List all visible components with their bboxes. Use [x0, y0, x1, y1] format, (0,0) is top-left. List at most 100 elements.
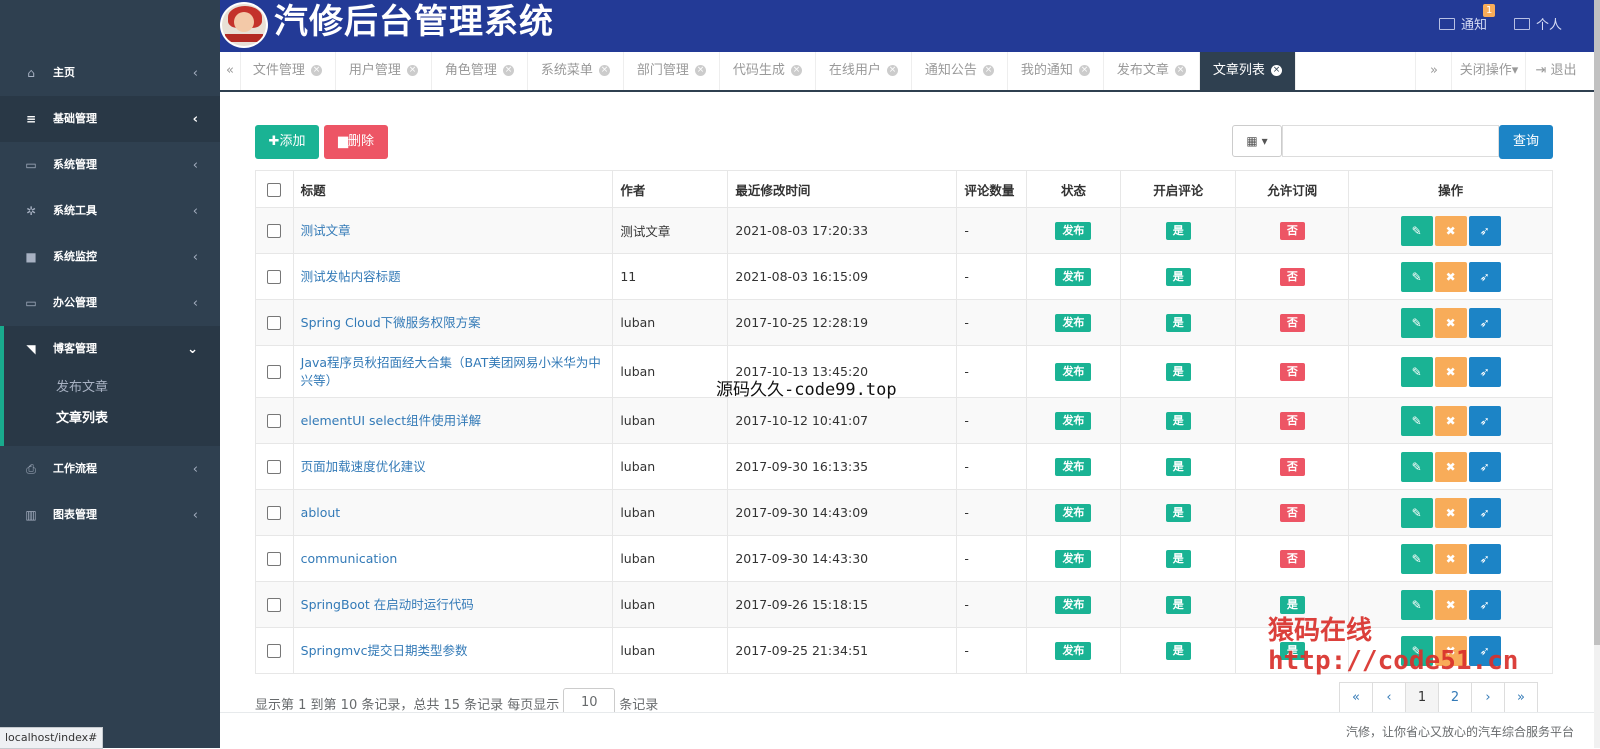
article-title-link[interactable]: Springmvc提交日期类型参数	[301, 643, 468, 658]
add-button[interactable]: ✚添加	[255, 125, 319, 159]
article-title-link[interactable]: 测试发帖内容标题	[301, 269, 401, 284]
article-title-link[interactable]: communication	[301, 551, 398, 566]
page-next-button[interactable]: ›	[1471, 682, 1505, 714]
edit-button[interactable]: ✎	[1400, 589, 1433, 620]
edit-button[interactable]: ✎	[1400, 215, 1433, 246]
page-first-button[interactable]: «	[1339, 682, 1373, 714]
sidebar-item-home[interactable]: ⌂ 主页 ‹	[0, 50, 220, 96]
tab-system-menu[interactable]: 系统菜单 ×	[528, 52, 624, 90]
query-button[interactable]: 查询	[1499, 125, 1553, 159]
tab-publish-article[interactable]: 发布文章 ×	[1104, 52, 1200, 90]
tab-role-management[interactable]: 角色管理 ×	[432, 52, 528, 90]
row-checkbox[interactable]	[267, 506, 282, 521]
page-button-2[interactable]: 2	[1438, 682, 1472, 714]
tab-online-users[interactable]: 在线用户 ×	[816, 52, 912, 90]
tab-notice[interactable]: 通知公告 ×	[912, 52, 1008, 90]
article-title-link[interactable]: ablout	[301, 505, 341, 520]
page-button-1[interactable]: 1	[1405, 682, 1439, 714]
close-icon[interactable]: ×	[983, 65, 995, 76]
publish-button[interactable]: ➶	[1468, 451, 1501, 482]
publish-button[interactable]: ➶	[1468, 589, 1501, 620]
tab-article-list[interactable]: 文章列表 ×	[1200, 52, 1296, 90]
row-checkbox[interactable]	[267, 460, 282, 475]
row-checkbox[interactable]	[267, 224, 282, 239]
close-ops-dropdown[interactable]: 关闭操作▾	[1451, 52, 1526, 90]
cancel-button[interactable]: ✖	[1434, 356, 1467, 387]
publish-button[interactable]: ➶	[1468, 356, 1501, 387]
close-icon[interactable]: ×	[695, 65, 707, 76]
row-checkbox[interactable]	[267, 598, 282, 613]
tab-code-gen[interactable]: 代码生成 ×	[720, 52, 816, 90]
row-checkbox[interactable]	[267, 316, 282, 331]
publish-button[interactable]: ➶	[1468, 215, 1501, 246]
page-last-button[interactable]: »	[1504, 682, 1538, 714]
sidebar-item-workflow[interactable]: ⎙ 工作流程 ‹	[0, 446, 220, 492]
sidebar-subitem-article-list[interactable]: 文章列表	[4, 403, 220, 434]
edit-button[interactable]: ✎	[1400, 261, 1433, 292]
publish-button[interactable]: ➶	[1468, 405, 1501, 436]
close-icon[interactable]: ×	[1175, 65, 1187, 76]
col-header-comments[interactable]: 评论数量	[956, 170, 1027, 208]
close-icon[interactable]: ×	[407, 65, 419, 76]
sidebar-item-charts[interactable]: ▥ 图表管理 ‹	[0, 492, 220, 538]
article-title-link[interactable]: SpringBoot 在启动时运行代码	[301, 597, 474, 612]
close-icon[interactable]: ×	[1271, 65, 1283, 76]
row-checkbox[interactable]	[267, 270, 282, 285]
sidebar-item-basic[interactable]: ≡ 基础管理 ‹	[0, 96, 220, 142]
close-icon[interactable]: ×	[503, 65, 515, 76]
sidebar-item-office[interactable]: ▭ 办公管理 ‹	[0, 280, 220, 326]
close-icon[interactable]: ×	[599, 65, 611, 76]
tab-file-management[interactable]: 文件管理 ×	[240, 52, 336, 90]
edit-button[interactable]: ✎	[1400, 405, 1433, 436]
columns-toggle-button[interactable]: ▦ ▾	[1232, 125, 1282, 157]
scrollbar-thumb[interactable]	[1594, 0, 1600, 645]
page-prev-button[interactable]: ‹	[1372, 682, 1406, 714]
close-icon[interactable]: ×	[1079, 65, 1091, 76]
col-header-status[interactable]: 状态	[1025, 170, 1122, 208]
cancel-button[interactable]: ✖	[1434, 589, 1467, 620]
col-header-author[interactable]: 作者	[612, 170, 729, 208]
edit-button[interactable]: ✎	[1400, 543, 1433, 574]
col-header-subscribe[interactable]: 允许订阅	[1235, 170, 1350, 208]
tab-scroll-right-button[interactable]: »	[1415, 52, 1452, 90]
tab-user-management[interactable]: 用户管理 ×	[336, 52, 432, 90]
article-title-link[interactable]: Java程序员秋招面经大合集（BAT美团网易小米华为中兴等）	[301, 355, 601, 388]
select-all-checkbox[interactable]	[267, 182, 282, 197]
article-title-link[interactable]: 页面加载速度优化建议	[301, 459, 426, 474]
col-header-modified-time[interactable]: 最近修改时间	[727, 170, 958, 208]
cancel-button[interactable]: ✖	[1434, 215, 1467, 246]
cancel-button[interactable]: ✖	[1434, 405, 1467, 436]
cancel-button[interactable]: ✖	[1434, 451, 1467, 482]
edit-button[interactable]: ✎	[1400, 497, 1433, 528]
close-icon[interactable]: ×	[311, 65, 323, 76]
publish-button[interactable]: ➶	[1468, 497, 1501, 528]
logout-button[interactable]: ⇥ 退出	[1525, 52, 1586, 90]
sidebar-item-tools[interactable]: ✲ 系统工具 ‹	[0, 188, 220, 234]
col-header-comment-enabled[interactable]: 开启评论	[1120, 170, 1237, 208]
delete-button[interactable]: ▆删除	[324, 125, 388, 159]
article-title-link[interactable]: elementUI select组件使用详解	[301, 413, 482, 428]
row-checkbox[interactable]	[267, 552, 282, 567]
close-icon[interactable]: ×	[887, 65, 899, 76]
cancel-button[interactable]: ✖	[1434, 497, 1467, 528]
col-header-title[interactable]: 标题	[292, 170, 614, 208]
tab-dept-management[interactable]: 部门管理 ×	[624, 52, 720, 90]
tab-my-notice[interactable]: 我的通知 ×	[1008, 52, 1104, 90]
edit-button[interactable]: ✎	[1400, 307, 1433, 338]
user-link[interactable]: 个人	[1514, 14, 1562, 33]
cancel-button[interactable]: ✖	[1434, 261, 1467, 292]
row-checkbox[interactable]	[267, 644, 282, 659]
cancel-button[interactable]: ✖	[1434, 307, 1467, 338]
page-scrollbar[interactable]	[1594, 0, 1600, 748]
row-checkbox[interactable]	[267, 365, 282, 380]
edit-button[interactable]: ✎	[1400, 451, 1433, 482]
row-checkbox[interactable]	[267, 414, 282, 429]
sidebar-item-blog[interactable]: ◥ 博客管理 ⌄	[4, 326, 220, 372]
article-title-link[interactable]: 测试文章	[301, 223, 351, 238]
search-input[interactable]	[1282, 125, 1499, 157]
edit-button[interactable]: ✎	[1400, 356, 1433, 387]
publish-button[interactable]: ➶	[1468, 307, 1501, 338]
publish-button[interactable]: ➶	[1468, 261, 1501, 292]
publish-button[interactable]: ➶	[1468, 543, 1501, 574]
tab-scroll-left-button[interactable]: «	[220, 52, 241, 90]
